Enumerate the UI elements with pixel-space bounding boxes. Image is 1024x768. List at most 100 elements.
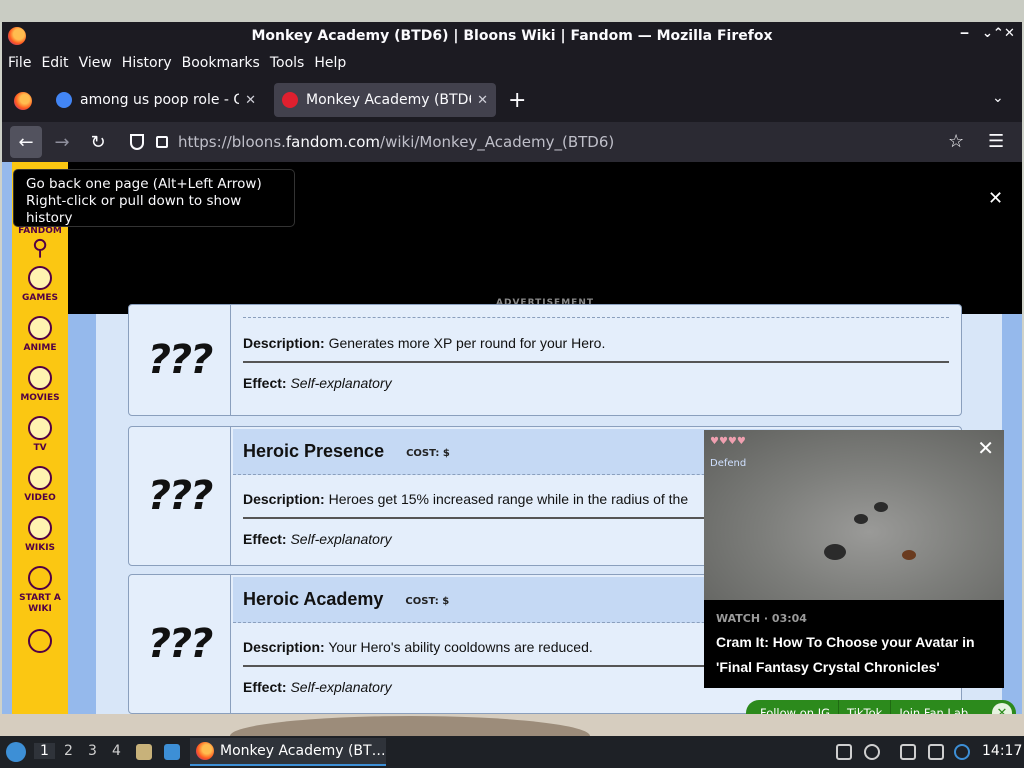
forward-button[interactable]: → [46,126,78,158]
tracking-protection-icon[interactable] [130,134,144,150]
start-menu-icon[interactable] [6,742,26,762]
upgrade-cost: COST: $ [406,448,450,459]
upgrade-cost: COST: $ [405,596,450,607]
tab-label: among us poop role - Go [80,92,240,108]
tab-google-search[interactable]: among us poop role - Go ✕ [48,83,264,117]
close-ad-icon[interactable]: ✕ [988,188,1003,209]
firefox-logo-icon [8,27,26,45]
video-duration: WATCH · 03:04 [716,612,807,625]
network-icon[interactable] [928,744,944,760]
url-bar[interactable]: https://bloons. fandom.com /wiki/Monkey_… [122,126,972,158]
file-manager-icon[interactable] [136,744,152,760]
game-hud: ♥♥♥♥ Defend [710,436,747,469]
join-fan-lab-link[interactable]: Join Fan Lab [891,706,976,714]
menu-edit[interactable]: Edit [36,55,73,71]
gamepad-icon [27,266,52,290]
social-links-bar: Follow on IG TikTok Join Fan Lab ✕ [746,700,1016,714]
rail-anime[interactable]: ANIME [23,316,57,354]
tiktok-link[interactable]: TikTok [839,706,890,714]
notes-icon[interactable] [900,744,916,760]
back-button[interactable]: ← [10,126,42,158]
navigation-toolbar: ← → ↻ https://bloons. fandom.com /wiki/M… [2,122,1022,162]
video-player-popup[interactable]: ♥♥♥♥ Defend ✕ WATCH · 03:04 Cram It: How … [704,430,1004,688]
upgrade-name: Heroic Presence [243,441,385,461]
rail-label: TV [33,443,47,453]
bookmark-star-icon[interactable]: ☆ [948,131,964,152]
unknown-upgrade-icon: ??? [129,575,231,713]
title-bar: Monkey Academy (BTD6) | Bloons Wiki | Fa… [2,22,1022,50]
workspace-4[interactable]: 4 [112,743,121,759]
taskbar-app-label: Monkey Academy (BT… [220,743,386,759]
book-icon [28,516,52,540]
rail-label: ANIME [23,343,57,353]
rail-wikis[interactable]: WIKIS [25,516,55,554]
reload-button[interactable]: ↻ [82,126,114,158]
page-content: FANDOM ⚲ GAMES ANIME MOVIES TV VIDEO WIK… [2,162,1022,714]
workspace-1[interactable]: 1 [34,743,55,759]
tab-bar: among us poop role - Go ✕ Monkey Academy… [2,78,1022,122]
upgrade-effect: Effect: Self-explanatory [243,531,392,547]
film-icon [28,366,52,390]
rail-video[interactable]: VIDEO [24,466,56,504]
upgrade-effect: Effect: Self-explanatory [243,375,392,391]
menu-history[interactable]: History [117,55,177,71]
taskbar-firefox-window[interactable]: Monkey Academy (BT… [190,738,386,766]
workspace-2[interactable]: 2 [64,743,73,759]
fandom-sidebar: FANDOM ⚲ GAMES ANIME MOVIES TV VIDEO WIK… [12,162,68,714]
menu-help[interactable]: Help [309,55,351,71]
search-icon[interactable]: ⚲ [32,238,48,260]
rail-label: WIKIS [24,543,56,553]
upgrade-effect: Effect: Self-explanatory [243,679,392,695]
clipboard-icon[interactable] [836,744,852,760]
rail-start-wiki[interactable]: START A WIKI [15,566,65,615]
unknown-upgrade-icon: ??? [129,305,231,415]
follow-ig-link[interactable]: Follow on IG [746,706,838,714]
menu-tools[interactable]: Tools [265,55,310,71]
new-tab-icon[interactable]: + [508,88,526,113]
user-account-icon[interactable] [28,629,52,656]
tab-label: Monkey Academy (BTD6) [306,92,472,108]
close-video-icon[interactable]: ✕ [977,436,994,460]
lock-icon[interactable] [156,136,168,148]
url-prefix: https://bloons. [178,133,286,151]
firefox-window: Monkey Academy (BTD6) | Bloons Wiki | Fa… [2,22,1022,714]
back-button-tooltip: Go back one page (Alt+Left Arrow) Right-… [14,170,294,226]
game-character [874,502,888,512]
upgrade-row: ??? Description: Generates more XP per r… [128,304,962,416]
rail-tv[interactable]: TV [28,416,52,454]
url-path: /wiki/Monkey_Academy_(BTD6) [380,133,615,151]
close-window-icon[interactable]: ✕ [1004,26,1015,41]
list-all-tabs-icon[interactable]: ⌄ [992,90,1004,106]
tv-icon [28,416,52,440]
firefox-view-icon[interactable] [14,92,32,110]
desktop-background-top [0,0,1024,22]
app-menu-icon[interactable]: ☰ [988,131,1004,152]
anime-face-icon [27,316,52,340]
minimize-icon[interactable]: ‒ [960,26,969,41]
google-favicon-icon [56,92,72,108]
video-title[interactable]: Cram It: How To Choose your Avatar in 'F… [716,630,994,680]
upgrade-description: Description: Heroes get 15% increased ra… [243,491,689,507]
close-social-bar-icon[interactable]: ✕ [992,703,1012,714]
update-notifier-icon[interactable] [954,744,970,760]
close-tab-icon[interactable]: ✕ [477,93,488,108]
menu-bookmarks[interactable]: Bookmarks [177,55,265,71]
unknown-upgrade-icon: ??? [129,427,231,565]
play-icon [28,466,52,490]
tab-monkey-academy[interactable]: Monkey Academy (BTD6) ✕ [274,83,496,117]
menu-view[interactable]: View [74,55,117,71]
maximize-icon[interactable]: ⌄⌃ [982,26,1004,41]
upgrade-name: Heroic Academy [243,589,384,609]
video-frame[interactable]: ♥♥♥♥ Defend [704,430,1004,600]
rail-label: GAMES [22,293,58,303]
close-tab-icon[interactable]: ✕ [245,93,256,108]
rail-movies[interactable]: MOVIES [20,366,60,404]
menu-file[interactable]: File [2,55,36,71]
rail-games[interactable]: GAMES [22,266,58,304]
clock[interactable]: 14:17 [982,743,1022,759]
show-desktop-icon[interactable] [164,744,180,760]
divider [243,361,949,363]
workspace-3[interactable]: 3 [88,743,97,759]
volume-icon[interactable] [864,744,880,760]
url-domain: fandom.com [285,133,381,151]
